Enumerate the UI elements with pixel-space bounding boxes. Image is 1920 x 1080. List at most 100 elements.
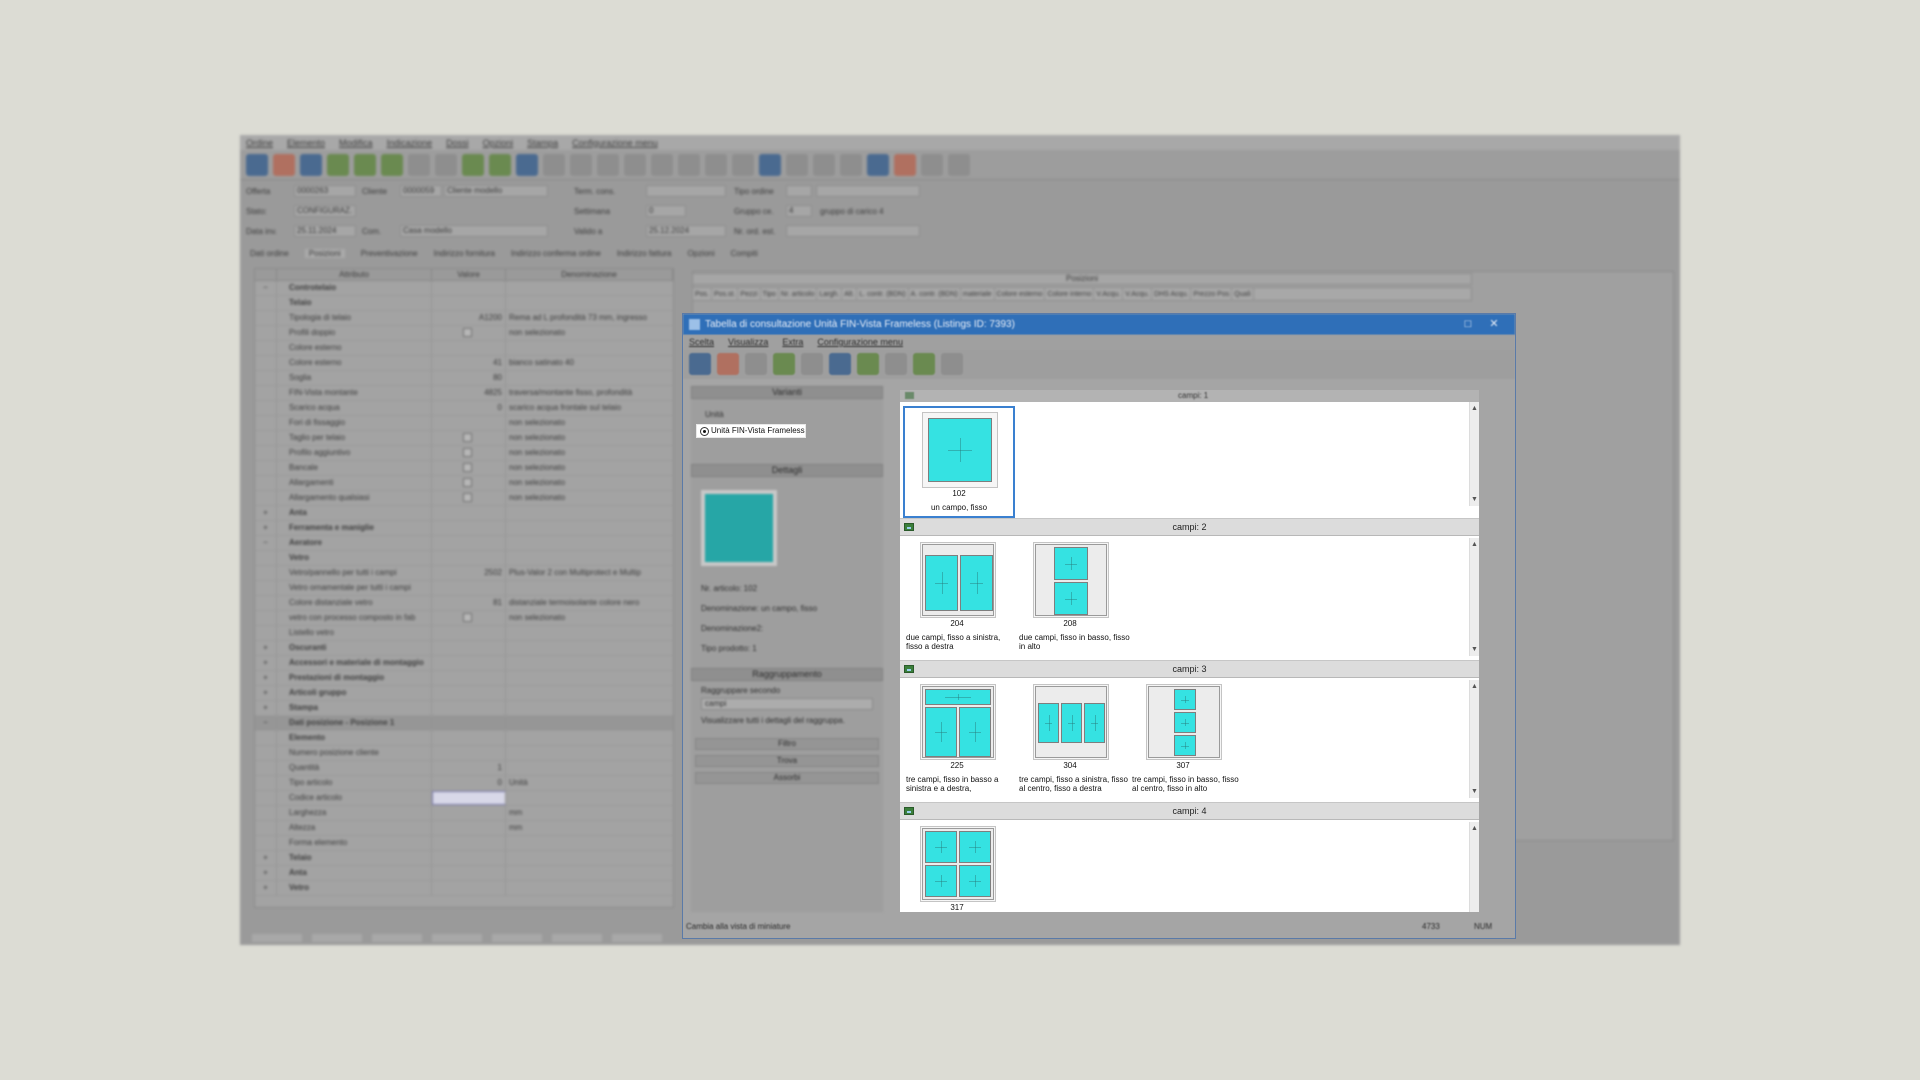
attribute-row[interactable]: + Ferramenta e maniglie	[255, 521, 673, 536]
row-expander[interactable]: +	[255, 866, 277, 880]
attribute-row[interactable]: Vetro	[255, 551, 673, 566]
row-expander[interactable]: +	[255, 521, 277, 535]
raggruppamento-header[interactable]: Raggruppamento	[691, 668, 883, 681]
attribute-row[interactable]: + Articoli gruppo	[255, 686, 673, 701]
attribute-row[interactable]: Allargamento qualsiasi non selezionato	[255, 491, 673, 506]
attribute-value[interactable]	[432, 881, 506, 895]
row-expander[interactable]	[255, 551, 277, 565]
export-icon[interactable]	[678, 154, 700, 176]
bg-menu-elemento[interactable]: Elemento	[287, 138, 325, 148]
copy-icon[interactable]	[543, 154, 565, 176]
refresh-icon[interactable]	[857, 353, 879, 375]
row-expander[interactable]	[255, 491, 277, 505]
attribute-row[interactable]: Profili doppio non selezionato	[255, 326, 673, 341]
row-expander[interactable]	[255, 731, 277, 745]
attribute-row[interactable]: Colore distanziale vetro 81 distanziale te…	[255, 596, 673, 611]
attribute-value[interactable]: 0	[432, 776, 506, 790]
row-expander[interactable]: +	[255, 851, 277, 865]
attribute-value[interactable]	[432, 341, 506, 355]
positions-column-header[interactable]: Tipo	[761, 288, 779, 300]
attribute-value[interactable]	[432, 506, 506, 520]
positions-column-header[interactable]: V.Acqu.	[1094, 288, 1124, 300]
tab-posizioni[interactable]: Posizioni	[304, 249, 345, 258]
collapse-icon[interactable]	[801, 353, 823, 375]
attribute-value[interactable]	[432, 431, 506, 445]
favorite-icon[interactable]	[913, 353, 935, 375]
attribute-row[interactable]: Telaio	[255, 296, 673, 311]
thumbnail-item[interactable]: 307 tre campi, fisso in basso, fisso al …	[1129, 680, 1241, 793]
group-scrollbar[interactable]: ▲	[1469, 822, 1479, 912]
row-expander[interactable]	[255, 401, 277, 415]
attribute-row[interactable]: + Vetro	[255, 881, 673, 896]
attribute-row[interactable]: Forma elemento	[255, 836, 673, 851]
positions-column-header[interactable]: L. contr. (BDN)	[857, 288, 909, 300]
sort-icon[interactable]	[624, 154, 646, 176]
attach-icon[interactable]	[786, 154, 808, 176]
attribute-row[interactable]: − Aeratore	[255, 536, 673, 551]
add-icon[interactable]	[462, 154, 484, 176]
bg-menu-modifica[interactable]: Modifica	[339, 138, 373, 148]
attribute-value[interactable]	[432, 296, 506, 310]
attribute-checkbox[interactable]	[462, 463, 472, 473]
dialog-menu-configurazione[interactable]: Configurazione menu	[817, 335, 903, 349]
attribute-value[interactable]: 1	[432, 761, 506, 775]
save-icon[interactable]	[300, 154, 322, 176]
filter-icon[interactable]	[921, 154, 943, 176]
attribute-row[interactable]: Altezza mm	[255, 821, 673, 836]
cliente-code-field[interactable]: 0000059	[400, 185, 442, 197]
col-attributo[interactable]: Attributo	[277, 269, 432, 280]
row-expander[interactable]	[255, 776, 277, 790]
sync-icon[interactable]	[867, 154, 889, 176]
scroll-up-icon[interactable]: ▲	[1470, 824, 1479, 833]
bg-menu-indicazione[interactable]: Indicazione	[387, 138, 433, 148]
attribute-value[interactable]	[432, 461, 506, 475]
row-expander[interactable]	[255, 386, 277, 400]
dialog-menu-visualizza[interactable]: Visualizza	[728, 335, 768, 349]
import-icon[interactable]	[705, 154, 727, 176]
page-icon[interactable]	[948, 154, 970, 176]
positions-column-header[interactable]: A. contr. (BDN)	[909, 288, 961, 300]
attribute-row[interactable]: + Accessori e materiale di montaggio	[255, 656, 673, 671]
row-expander[interactable]	[255, 566, 277, 580]
attribute-row[interactable]: Listello vetro	[255, 626, 673, 641]
data-field[interactable]: 25.11.2024	[294, 225, 356, 237]
positions-column-header[interactable]: Prezzo Pos	[1191, 288, 1233, 300]
gruppo-field[interactable]: 4	[786, 205, 812, 217]
move-icon[interactable]	[597, 154, 619, 176]
attribute-value[interactable]	[432, 806, 506, 820]
attribute-row[interactable]: − Controtelaio	[255, 281, 673, 296]
attribute-value[interactable]	[432, 656, 506, 670]
row-expander[interactable]	[255, 791, 277, 805]
row-expander[interactable]: −	[255, 536, 277, 550]
trova-header[interactable]: Trova	[695, 755, 879, 767]
valido-field[interactable]: 25.12.2024	[646, 225, 726, 237]
attribute-row[interactable]: Colore esterno	[255, 341, 673, 356]
row-expander[interactable]	[255, 581, 277, 595]
attribute-row[interactable]: Soglia 80	[255, 371, 673, 386]
row-expander[interactable]	[255, 461, 277, 475]
attribute-row[interactable]: FIN-Vista montante 4825 traversa/montante …	[255, 386, 673, 401]
attribute-value[interactable]	[432, 686, 506, 700]
row-expander[interactable]	[255, 626, 277, 640]
document-icon[interactable]	[941, 353, 963, 375]
grouping-checkbox[interactable]: Visualizzare tutti i dettagli del raggru…	[701, 716, 845, 725]
attribute-value[interactable]	[432, 626, 506, 640]
attribute-row[interactable]: Larghezza mm	[255, 806, 673, 821]
term-cons-field[interactable]	[646, 185, 726, 197]
report-icon[interactable]	[732, 154, 754, 176]
attribute-value[interactable]: 81	[432, 596, 506, 610]
attribute-row[interactable]: + Telaio	[255, 851, 673, 866]
attribute-checkbox[interactable]	[462, 493, 472, 503]
cut-icon[interactable]	[570, 154, 592, 176]
attribute-row[interactable]: Numero posizione cliente	[255, 746, 673, 761]
print-icon[interactable]	[651, 154, 673, 176]
attribute-row[interactable]: Allargamenti non selezionato	[255, 476, 673, 491]
positions-column-header[interactable]: Pos.	[693, 288, 713, 300]
attribute-row[interactable]: + Stampa	[255, 701, 673, 716]
settings-icon[interactable]	[246, 154, 268, 176]
attribute-value[interactable]	[432, 851, 506, 865]
save-icon[interactable]	[829, 353, 851, 375]
tab-indirizzo-fornitura[interactable]: Indirizzo fornitura	[434, 249, 495, 258]
attribute-row[interactable]: Elemento	[255, 731, 673, 746]
row-expander[interactable]	[255, 356, 277, 370]
